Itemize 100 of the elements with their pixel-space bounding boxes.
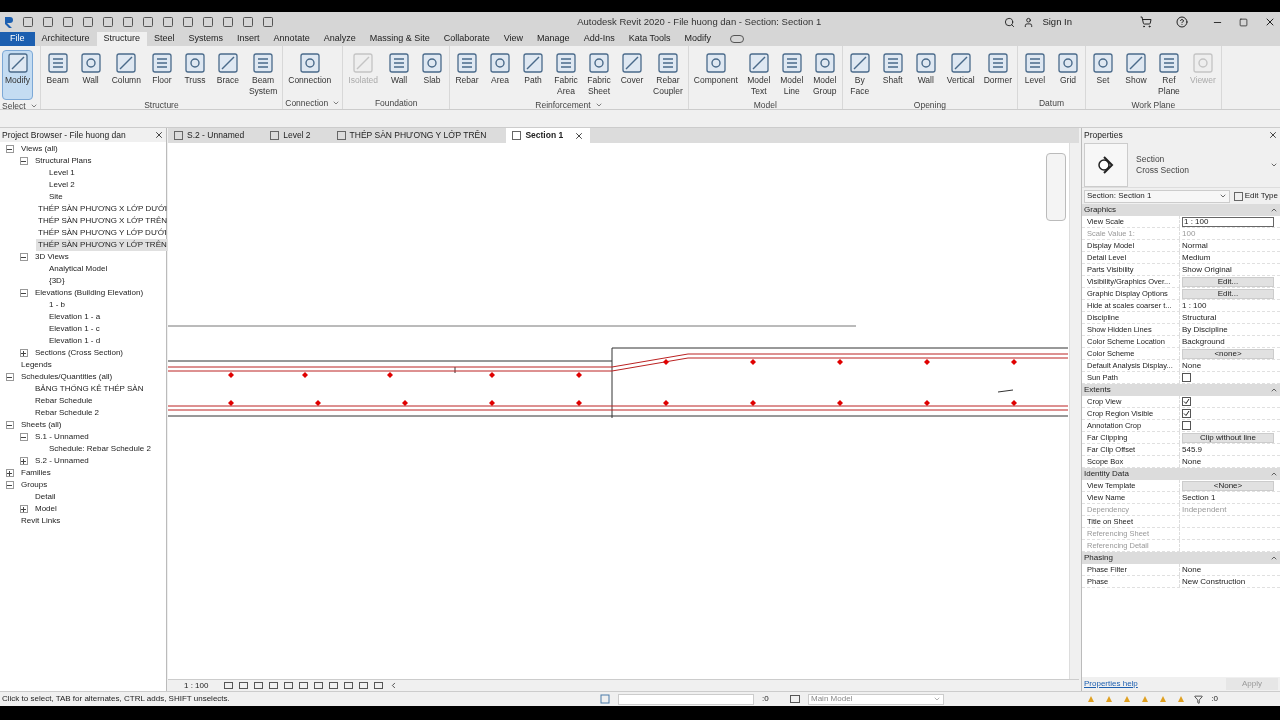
ribbon-tool[interactable]: Beam [42, 50, 73, 88]
ribbon-tool[interactable]: Dormer [980, 50, 1015, 88]
collapse-toggle[interactable] [19, 433, 28, 441]
tree-item[interactable]: Views (all) [19, 143, 60, 155]
ribbon-tab[interactable]: Insert [230, 32, 267, 46]
tree-item[interactable]: Sections (Cross Section) [33, 347, 126, 359]
ribbon-tool[interactable]: Model Group [809, 50, 840, 99]
tree-item[interactable]: S.2 - Unnamed [33, 455, 91, 467]
tree-item[interactable]: Detail [33, 491, 58, 503]
tree-item[interactable]: Families [19, 467, 53, 479]
expand-toggle[interactable] [19, 505, 28, 513]
checkbox[interactable] [1182, 397, 1191, 406]
value-field[interactable]: 1 : 100 [1182, 216, 1274, 227]
ribbon-tool[interactable]: Shaft [877, 50, 908, 88]
ribbon-tab[interactable]: Kata Tools [621, 32, 678, 46]
close-icon[interactable] [154, 130, 164, 140]
value-button[interactable]: Edit... [1182, 276, 1274, 287]
ribbon-tool[interactable]: Fabric Area [551, 50, 582, 99]
ribbon-tool[interactable]: Grid [1053, 50, 1083, 88]
toolbar-icon[interactable] [222, 16, 234, 28]
tree-item[interactable]: Groups [19, 479, 50, 491]
value-button[interactable]: Edit... [1182, 288, 1274, 299]
sign-in-link[interactable]: Sign In [1042, 14, 1072, 30]
toolbar-icon[interactable] [162, 16, 174, 28]
ribbon-tool[interactable]: Model Text [743, 50, 774, 99]
tree-item[interactable]: Model [33, 503, 59, 515]
ribbon-tab[interactable]: Architecture [34, 32, 97, 46]
collapse-icon[interactable] [1270, 554, 1278, 562]
toolbar-icon[interactable] [142, 16, 154, 28]
tree-item[interactable]: {3D} [47, 275, 67, 287]
close-icon[interactable] [574, 130, 585, 141]
checkbox[interactable] [1182, 409, 1191, 418]
ribbon-tool[interactable]: Fabric Sheet [584, 50, 615, 99]
ribbon-tool[interactable]: Level [1020, 50, 1050, 88]
ribbon-tab[interactable]: Collaborate [436, 32, 497, 46]
ribbon-tab[interactable]: Add-Ins [576, 32, 622, 46]
tree-item[interactable]: Elevations (Building Elevation) [33, 287, 146, 299]
expand-toggle[interactable] [5, 469, 14, 477]
tree-item[interactable]: THÉP SÀN PHƯƠNG Y LỚP DƯỚI [36, 227, 169, 239]
tree-item[interactable]: THÉP SÀN PHƯƠNG X LỚP TRÊN [36, 215, 170, 227]
ribbon-tab[interactable]: Annotate [266, 32, 317, 46]
tree-item[interactable]: Level 1 [47, 167, 77, 179]
ribbon-tool[interactable]: Area [485, 50, 516, 88]
tree-item[interactable]: Analytical Model [47, 263, 110, 275]
workset-field[interactable] [618, 693, 754, 705]
ribbon-tab[interactable]: File [0, 32, 35, 46]
workset-icon[interactable] [600, 694, 610, 704]
ribbon-tool[interactable]: Vertical [943, 50, 978, 88]
ribbon-tool[interactable]: Rebar [452, 50, 483, 88]
tree-item[interactable]: 1 - b [47, 299, 67, 311]
ribbon-tab[interactable]: Modify [677, 32, 719, 46]
cart-icon[interactable] [1140, 16, 1152, 28]
toolbar-icon[interactable] [42, 16, 54, 28]
collapse-toggle[interactable] [5, 481, 14, 489]
toolbar-icon[interactable] [182, 16, 194, 28]
document-tab[interactable]: THÉP SÀN PHƯƠNG Y LỚP TRÊN [330, 128, 507, 143]
view-scale[interactable]: 1 : 100 [184, 679, 209, 692]
ribbon-tool[interactable]: Floor [146, 50, 177, 88]
tree-item[interactable]: Schedules/Quantities (all) [19, 371, 115, 383]
help-icon[interactable] [1176, 16, 1188, 28]
value-button[interactable]: <none> [1182, 348, 1274, 359]
tree-item[interactable]: Site [47, 191, 65, 203]
collapse-toggle[interactable] [5, 373, 14, 381]
tree-item[interactable]: Structural Plans [33, 155, 94, 167]
tree-item[interactable]: Level 2 [47, 179, 77, 191]
design-options-icon[interactable] [790, 695, 800, 703]
scrollbar[interactable] [1069, 143, 1079, 679]
tree-item[interactable]: Elevation 1 - c [47, 323, 102, 335]
document-tab[interactable]: S.2 - Unnamed [168, 128, 265, 143]
tree-item[interactable]: BẢNG THỐNG KÊ THÉP SÀN [33, 383, 146, 395]
value-button[interactable]: Clip without line [1182, 432, 1274, 443]
collapse-toggle[interactable] [19, 253, 28, 261]
value-button[interactable]: <None> [1182, 480, 1274, 491]
caret-icon[interactable] [594, 101, 603, 109]
tree-item[interactable]: S.1 - Unnamed [33, 431, 91, 443]
filter-icon[interactable] [1194, 694, 1204, 704]
tree-item[interactable]: Revit Links [19, 515, 63, 527]
ribbon-tab[interactable]: Massing & Site [362, 32, 437, 46]
ribbon-tool[interactable]: Connection [285, 50, 335, 88]
tree-item[interactable]: 3D Views [33, 251, 71, 263]
collapse-toggle[interactable] [5, 421, 14, 429]
toolbar-icon[interactable] [102, 16, 114, 28]
ribbon-tool[interactable]: Show [1121, 50, 1151, 88]
caret-icon[interactable] [332, 99, 341, 107]
restore-icon[interactable] [1239, 17, 1248, 27]
caret-icon[interactable] [29, 102, 38, 110]
ribbon-tool[interactable]: Set [1088, 50, 1118, 88]
ribbon-tool[interactable]: By Face [844, 50, 875, 99]
tree-item[interactable]: Elevation 1 - a [47, 311, 103, 323]
ribbon-tool[interactable]: Ref Plane [1154, 50, 1184, 99]
collapse-icon[interactable] [1270, 206, 1278, 214]
edit-type-button[interactable]: Edit Type [1233, 190, 1278, 202]
tree-item[interactable]: Legends [19, 359, 54, 371]
model-field[interactable]: Main Model [808, 693, 944, 705]
document-tab[interactable]: Section 1 [506, 128, 591, 143]
ribbon-tool[interactable]: Path [518, 50, 549, 88]
type-selector[interactable]: Section Cross Section [1082, 142, 1280, 188]
ribbon-tool[interactable]: Model Line [776, 50, 807, 99]
ribbon-tool[interactable]: Wall [384, 50, 415, 88]
document-tab[interactable]: Level 2 [264, 128, 331, 143]
